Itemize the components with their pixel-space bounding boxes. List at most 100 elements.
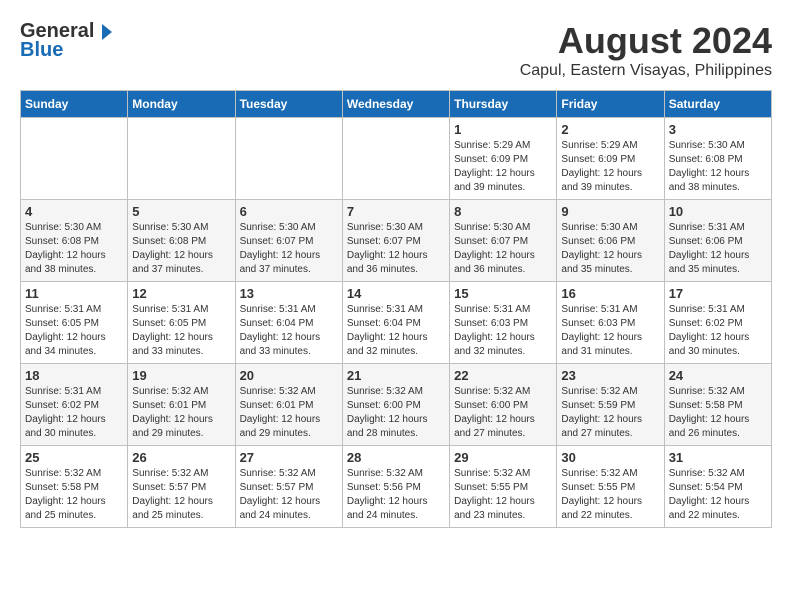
day-info: Sunrise: 5:31 AM Sunset: 6:02 PM Dayligh… [669, 303, 767, 359]
day-info: Sunrise: 5:30 AM Sunset: 6:07 PM Dayligh… [240, 221, 338, 277]
day-header-saturday: Saturday [664, 91, 771, 118]
day-info: Sunrise: 5:32 AM Sunset: 6:01 PM Dayligh… [240, 385, 338, 441]
calendar-cell: 5 Sunrise: 5:30 AM Sunset: 6:08 PM Dayli… [128, 200, 235, 282]
day-number: 1 [454, 122, 552, 137]
calendar-cell: 6 Sunrise: 5:30 AM Sunset: 6:07 PM Dayli… [235, 200, 342, 282]
day-info: Sunrise: 5:31 AM Sunset: 6:05 PM Dayligh… [25, 303, 123, 359]
calendar-cell [235, 118, 342, 200]
calendar-cell: 7 Sunrise: 5:30 AM Sunset: 6:07 PM Dayli… [342, 200, 449, 282]
calendar-cell: 29 Sunrise: 5:32 AM Sunset: 5:55 PM Dayl… [450, 446, 557, 528]
calendar-cell: 10 Sunrise: 5:31 AM Sunset: 6:06 PM Dayl… [664, 200, 771, 282]
calendar-cell: 12 Sunrise: 5:31 AM Sunset: 6:05 PM Dayl… [128, 282, 235, 364]
day-number: 22 [454, 368, 552, 383]
main-title: August 2024 [520, 20, 772, 62]
calendar-cell: 1 Sunrise: 5:29 AM Sunset: 6:09 PM Dayli… [450, 118, 557, 200]
day-header-thursday: Thursday [450, 91, 557, 118]
day-number: 5 [132, 204, 230, 219]
day-info: Sunrise: 5:30 AM Sunset: 6:08 PM Dayligh… [25, 221, 123, 277]
day-header-monday: Monday [128, 91, 235, 118]
logo-arrow-icon [94, 22, 114, 42]
day-info: Sunrise: 5:29 AM Sunset: 6:09 PM Dayligh… [561, 139, 659, 195]
day-number: 26 [132, 450, 230, 465]
day-header-friday: Friday [557, 91, 664, 118]
day-info: Sunrise: 5:32 AM Sunset: 5:57 PM Dayligh… [240, 467, 338, 523]
calendar-cell: 13 Sunrise: 5:31 AM Sunset: 6:04 PM Dayl… [235, 282, 342, 364]
calendar-cell: 2 Sunrise: 5:29 AM Sunset: 6:09 PM Dayli… [557, 118, 664, 200]
day-info: Sunrise: 5:31 AM Sunset: 6:04 PM Dayligh… [347, 303, 445, 359]
day-info: Sunrise: 5:32 AM Sunset: 5:57 PM Dayligh… [132, 467, 230, 523]
calendar-cell: 16 Sunrise: 5:31 AM Sunset: 6:03 PM Dayl… [557, 282, 664, 364]
day-number: 16 [561, 286, 659, 301]
week-row-3: 11 Sunrise: 5:31 AM Sunset: 6:05 PM Dayl… [21, 282, 772, 364]
day-number: 7 [347, 204, 445, 219]
day-number: 11 [25, 286, 123, 301]
day-info: Sunrise: 5:30 AM Sunset: 6:07 PM Dayligh… [347, 221, 445, 277]
day-info: Sunrise: 5:32 AM Sunset: 5:55 PM Dayligh… [561, 467, 659, 523]
calendar-cell: 18 Sunrise: 5:31 AM Sunset: 6:02 PM Dayl… [21, 364, 128, 446]
day-number: 28 [347, 450, 445, 465]
calendar-cell [342, 118, 449, 200]
day-info: Sunrise: 5:30 AM Sunset: 6:08 PM Dayligh… [132, 221, 230, 277]
day-number: 21 [347, 368, 445, 383]
day-number: 8 [454, 204, 552, 219]
calendar-cell: 28 Sunrise: 5:32 AM Sunset: 5:56 PM Dayl… [342, 446, 449, 528]
day-info: Sunrise: 5:32 AM Sunset: 5:58 PM Dayligh… [669, 385, 767, 441]
day-number: 3 [669, 122, 767, 137]
calendar-cell: 20 Sunrise: 5:32 AM Sunset: 6:01 PM Dayl… [235, 364, 342, 446]
calendar-cell: 25 Sunrise: 5:32 AM Sunset: 5:58 PM Dayl… [21, 446, 128, 528]
calendar-cell: 11 Sunrise: 5:31 AM Sunset: 6:05 PM Dayl… [21, 282, 128, 364]
day-number: 30 [561, 450, 659, 465]
day-info: Sunrise: 5:31 AM Sunset: 6:03 PM Dayligh… [561, 303, 659, 359]
calendar-cell: 9 Sunrise: 5:30 AM Sunset: 6:06 PM Dayli… [557, 200, 664, 282]
calendar-cell: 24 Sunrise: 5:32 AM Sunset: 5:58 PM Dayl… [664, 364, 771, 446]
page-header: General Blue August 2024 Capul, Eastern … [20, 20, 772, 80]
calendar-cell [21, 118, 128, 200]
day-number: 20 [240, 368, 338, 383]
calendar-cell: 17 Sunrise: 5:31 AM Sunset: 6:02 PM Dayl… [664, 282, 771, 364]
day-header-wednesday: Wednesday [342, 91, 449, 118]
day-header-tuesday: Tuesday [235, 91, 342, 118]
day-number: 15 [454, 286, 552, 301]
calendar-cell: 23 Sunrise: 5:32 AM Sunset: 5:59 PM Dayl… [557, 364, 664, 446]
day-number: 2 [561, 122, 659, 137]
day-info: Sunrise: 5:32 AM Sunset: 5:59 PM Dayligh… [561, 385, 659, 441]
day-number: 4 [25, 204, 123, 219]
week-row-4: 18 Sunrise: 5:31 AM Sunset: 6:02 PM Dayl… [21, 364, 772, 446]
day-number: 12 [132, 286, 230, 301]
calendar-cell: 27 Sunrise: 5:32 AM Sunset: 5:57 PM Dayl… [235, 446, 342, 528]
day-number: 14 [347, 286, 445, 301]
calendar-table: SundayMondayTuesdayWednesdayThursdayFrid… [20, 90, 772, 528]
day-info: Sunrise: 5:32 AM Sunset: 6:00 PM Dayligh… [347, 385, 445, 441]
day-info: Sunrise: 5:29 AM Sunset: 6:09 PM Dayligh… [454, 139, 552, 195]
week-row-1: 1 Sunrise: 5:29 AM Sunset: 6:09 PM Dayli… [21, 118, 772, 200]
calendar-cell: 15 Sunrise: 5:31 AM Sunset: 6:03 PM Dayl… [450, 282, 557, 364]
day-info: Sunrise: 5:31 AM Sunset: 6:03 PM Dayligh… [454, 303, 552, 359]
day-info: Sunrise: 5:31 AM Sunset: 6:02 PM Dayligh… [25, 385, 123, 441]
day-number: 24 [669, 368, 767, 383]
calendar-header: SundayMondayTuesdayWednesdayThursdayFrid… [21, 91, 772, 118]
calendar-cell: 14 Sunrise: 5:31 AM Sunset: 6:04 PM Dayl… [342, 282, 449, 364]
subtitle: Capul, Eastern Visayas, Philippines [520, 62, 772, 80]
day-number: 27 [240, 450, 338, 465]
day-number: 18 [25, 368, 123, 383]
logo: General Blue [20, 20, 114, 62]
calendar-cell [128, 118, 235, 200]
day-info: Sunrise: 5:32 AM Sunset: 5:54 PM Dayligh… [669, 467, 767, 523]
logo-blue-text: Blue [20, 39, 63, 61]
day-number: 23 [561, 368, 659, 383]
day-info: Sunrise: 5:30 AM Sunset: 6:07 PM Dayligh… [454, 221, 552, 277]
day-number: 9 [561, 204, 659, 219]
day-number: 31 [669, 450, 767, 465]
day-info: Sunrise: 5:31 AM Sunset: 6:04 PM Dayligh… [240, 303, 338, 359]
calendar-cell: 31 Sunrise: 5:32 AM Sunset: 5:54 PM Dayl… [664, 446, 771, 528]
day-number: 19 [132, 368, 230, 383]
calendar-cell: 4 Sunrise: 5:30 AM Sunset: 6:08 PM Dayli… [21, 200, 128, 282]
day-number: 29 [454, 450, 552, 465]
calendar-cell: 8 Sunrise: 5:30 AM Sunset: 6:07 PM Dayli… [450, 200, 557, 282]
day-info: Sunrise: 5:31 AM Sunset: 6:05 PM Dayligh… [132, 303, 230, 359]
day-number: 6 [240, 204, 338, 219]
week-row-2: 4 Sunrise: 5:30 AM Sunset: 6:08 PM Dayli… [21, 200, 772, 282]
calendar-cell: 22 Sunrise: 5:32 AM Sunset: 6:00 PM Dayl… [450, 364, 557, 446]
day-info: Sunrise: 5:32 AM Sunset: 6:00 PM Dayligh… [454, 385, 552, 441]
title-area: August 2024 Capul, Eastern Visayas, Phil… [520, 20, 772, 80]
